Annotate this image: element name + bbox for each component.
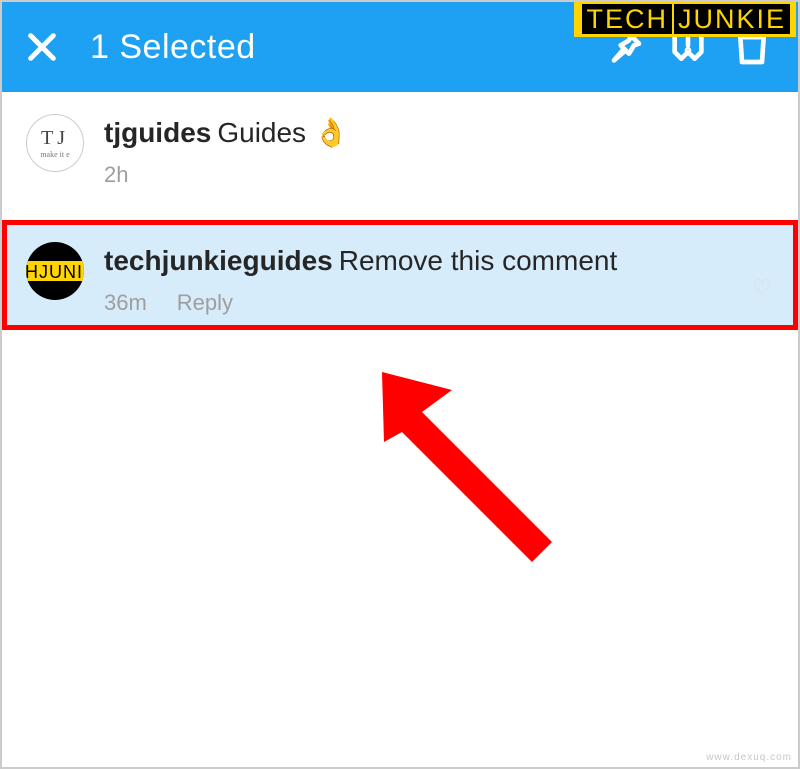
- brand-badge: TECHJUNKIE: [574, 2, 796, 37]
- heart-icon[interactable]: ♡: [752, 275, 772, 301]
- selection-count: 1 Selected: [90, 28, 256, 67]
- comment-text: techjunkieguidesRemove this comment: [104, 242, 780, 280]
- comment-row[interactable]: TJ make it e tjguidesGuides 👌 2h: [2, 92, 798, 202]
- reply-link[interactable]: Reply: [177, 290, 233, 315]
- comment-meta: 2h: [104, 162, 780, 188]
- annotation-arrow: [382, 372, 562, 562]
- ok-hand-icon: 👌: [314, 117, 349, 148]
- avatar[interactable]: TJ make it e: [26, 114, 84, 172]
- comment-row-selected[interactable]: HJUNI techjunkieguidesRemove this commen…: [2, 220, 798, 330]
- comment-text: tjguidesGuides 👌: [104, 114, 780, 152]
- close-icon[interactable]: [22, 27, 62, 67]
- avatar[interactable]: HJUNI: [26, 242, 84, 300]
- watermark: www.dexuq.com: [706, 752, 792, 763]
- comment-meta: 36mReply: [104, 290, 780, 316]
